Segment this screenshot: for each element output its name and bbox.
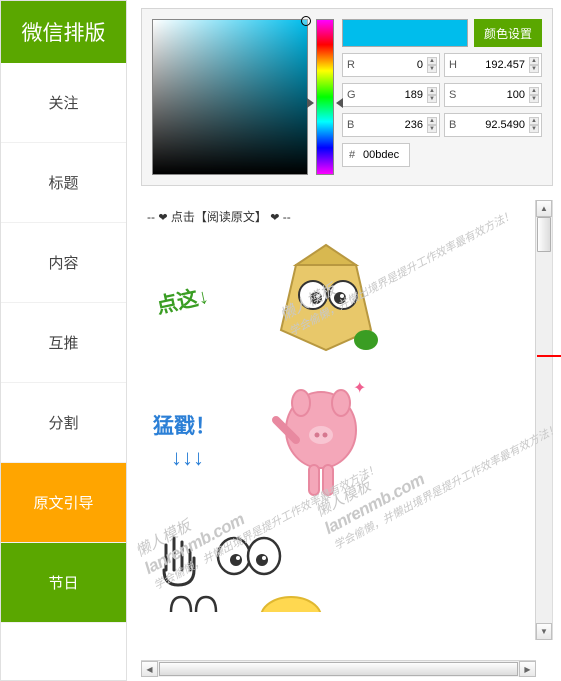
b-input[interactable]	[361, 119, 425, 131]
red-indicator	[537, 355, 561, 357]
character-partial	[161, 592, 381, 612]
g-input[interactable]	[361, 89, 425, 101]
app-title: 微信排版	[1, 1, 126, 63]
h-field[interactable]: H ▲▼	[444, 53, 542, 77]
scroll-up-button[interactable]: ▲	[536, 200, 552, 217]
character-pig: ✦ 猛戳！ ↓↓↓	[261, 375, 371, 505]
nav-holiday[interactable]: 节日	[1, 543, 126, 623]
character-owl: 点这↓	[271, 240, 381, 360]
b-label: B	[347, 119, 357, 131]
s-label: S	[449, 89, 459, 101]
r-input[interactable]	[361, 59, 425, 71]
g-up[interactable]: ▲	[427, 87, 437, 95]
nav-follow[interactable]: 关注	[1, 63, 126, 143]
r-down[interactable]: ▼	[427, 65, 437, 73]
nav-mutual[interactable]: 互推	[1, 303, 126, 383]
horizontal-scrollbar[interactable]: ◀ ▶	[141, 660, 536, 677]
s-up[interactable]: ▲	[529, 87, 539, 95]
b-down[interactable]: ▼	[427, 125, 437, 133]
h-input[interactable]	[463, 59, 527, 71]
hex-field[interactable]: #	[342, 143, 410, 167]
svg-text:✦: ✦	[353, 380, 366, 397]
br-up[interactable]: ▲	[529, 117, 539, 125]
hex-input[interactable]	[363, 149, 403, 161]
hue-arrow-left-icon	[307, 98, 314, 108]
s-input[interactable]	[463, 89, 527, 101]
content-inner[interactable]: -- ❤ 点击【阅读原文】 ❤ --	[141, 200, 552, 640]
nav-divider[interactable]: 分割	[1, 383, 126, 463]
hue-slider[interactable]	[316, 19, 334, 175]
color-swatch	[342, 19, 468, 47]
s-field[interactable]: S ▲▼	[444, 83, 542, 107]
br-label: B	[449, 119, 459, 131]
r-label: R	[347, 59, 357, 71]
h-down[interactable]: ▼	[529, 65, 539, 73]
g-field[interactable]: G ▲▼	[342, 83, 440, 107]
scroll-thumb[interactable]	[537, 217, 551, 252]
color-controls: 颜色设置 R ▲▼ H ▲▼ G	[342, 19, 542, 175]
g-down[interactable]: ▼	[427, 95, 437, 103]
g-label: G	[347, 89, 357, 101]
br-field[interactable]: B ▲▼	[444, 113, 542, 137]
color-picker: 颜色设置 R ▲▼ H ▲▼ G	[141, 8, 553, 186]
sidebar: 微信排版 关注 标题 内容 互推 分割 原文引导 节日	[0, 0, 127, 681]
scroll-right-button[interactable]: ▶	[519, 661, 536, 677]
b-field[interactable]: B ▲▼	[342, 113, 440, 137]
content-preview: -- ❤ 点击【阅读原文】 ❤ --	[141, 200, 553, 640]
h-label: H	[449, 59, 459, 71]
nav-title[interactable]: 标题	[1, 143, 126, 223]
hue-arrow-right-icon	[336, 98, 343, 108]
annotation-tap-hard: 猛戳！	[153, 410, 216, 440]
heart-icon: ❤	[158, 212, 167, 224]
scroll-track[interactable]	[536, 217, 552, 623]
sb-cursor[interactable]	[301, 16, 311, 26]
nav-original-guide[interactable]: 原文引导	[1, 463, 126, 543]
saturation-brightness-area[interactable]	[152, 19, 308, 175]
character-hand	[156, 530, 336, 590]
scroll-thumb-h[interactable]	[159, 662, 518, 676]
arrows-down-icon: ↓↓↓	[171, 445, 204, 471]
h-up[interactable]: ▲	[529, 57, 539, 65]
main-panel: 颜色设置 R ▲▼ H ▲▼ G	[127, 0, 561, 681]
b-up[interactable]: ▲	[427, 117, 437, 125]
br-down[interactable]: ▼	[529, 125, 539, 133]
scroll-down-button[interactable]: ▼	[536, 623, 552, 640]
annotation-click-here: 点这↓	[153, 280, 211, 320]
r-field[interactable]: R ▲▼	[342, 53, 440, 77]
r-up[interactable]: ▲	[427, 57, 437, 65]
scroll-left-button[interactable]: ◀	[141, 661, 158, 677]
hex-label: #	[349, 149, 359, 161]
prompt-line: -- ❤ 点击【阅读原文】 ❤ --	[147, 208, 534, 225]
nav-content[interactable]: 内容	[1, 223, 126, 303]
br-input[interactable]	[463, 119, 527, 131]
vertical-scrollbar[interactable]: ▲ ▼	[535, 200, 552, 640]
s-down[interactable]: ▼	[529, 95, 539, 103]
color-settings-button[interactable]: 颜色设置	[474, 19, 542, 47]
